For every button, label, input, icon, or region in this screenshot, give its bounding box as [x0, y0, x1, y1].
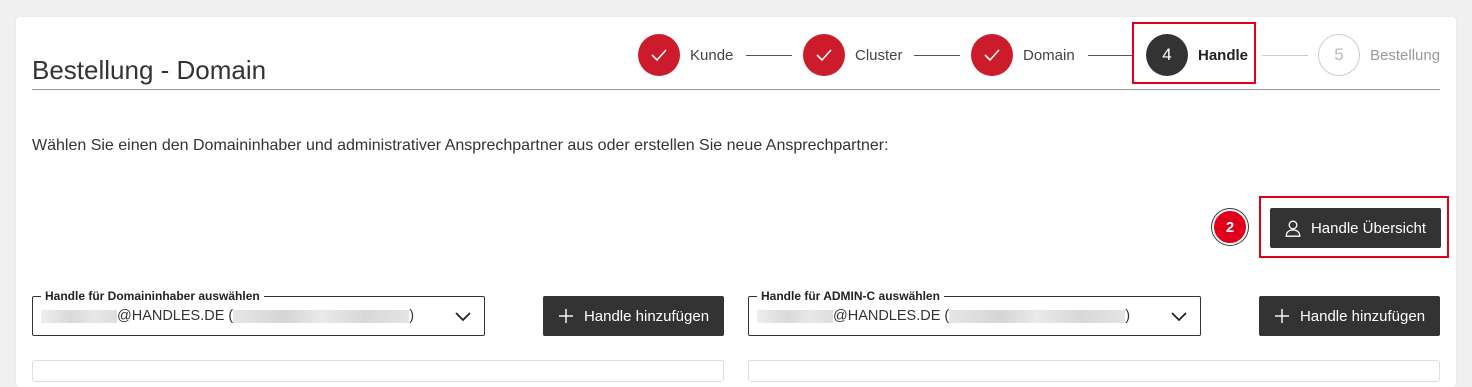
admin-select-legend: Handle für ADMIN-C auswählen — [757, 289, 944, 303]
step-label-bestellung: Bestellung — [1370, 47, 1441, 64]
admin-select-close: ) — [1125, 308, 1131, 324]
step-connector — [1262, 55, 1308, 56]
check-icon — [816, 49, 832, 62]
chevron-down-icon — [1171, 312, 1187, 322]
owner-handle-select[interactable]: Handle für Domaininhaber auswählen @HAND… — [32, 289, 485, 336]
owner-select-legend: Handle für Domaininhaber auswählen — [41, 289, 264, 303]
owner-select-close: ) — [409, 308, 415, 324]
check-icon — [984, 49, 1000, 62]
add-handle-label: Handle hinzufügen — [1299, 307, 1426, 325]
check-icon — [651, 49, 667, 62]
chevron-down-icon — [455, 312, 471, 322]
step-domain-check — [971, 34, 1013, 76]
redacted-text — [757, 309, 833, 323]
add-handle-label: Handle hinzufügen — [583, 307, 710, 325]
redacted-text — [949, 309, 1126, 323]
annotation-badge: 2 — [1212, 209, 1248, 245]
intro-text: Wählen Sie einen den Domaininhaber und a… — [32, 137, 889, 154]
add-admin-handle-button[interactable]: Handle hinzufügen — [1259, 296, 1440, 336]
step-highlight-frame — [1132, 22, 1256, 84]
step-connector — [746, 55, 792, 56]
handle-overview-button[interactable]: Handle Übersicht — [1270, 208, 1441, 248]
page-title: Bestellung - Domain — [32, 55, 267, 86]
step-connector — [914, 55, 960, 56]
owner-select-value: @HANDLES.DE ( ) — [41, 308, 414, 324]
redacted-text — [41, 309, 117, 323]
handle-overview-label: Handle Übersicht — [1310, 219, 1427, 237]
admin-details-panel — [748, 360, 1440, 382]
step-kunde-check — [638, 34, 680, 76]
step-label-cluster: Cluster — [855, 47, 903, 64]
step-label-domain: Domain — [1023, 47, 1075, 64]
step-bestellung-number: 5 — [1318, 34, 1360, 76]
plus-icon — [558, 309, 573, 323]
admin-c-handle-select[interactable]: Handle für ADMIN-C auswählen @HANDLES.DE… — [748, 289, 1201, 336]
step-cluster-check — [803, 34, 845, 76]
plus-icon — [1274, 309, 1289, 323]
title-divider — [32, 89, 1440, 90]
admin-select-value: @HANDLES.DE ( ) — [757, 308, 1130, 324]
step-connector — [1088, 55, 1134, 56]
admin-select-suffix: @HANDLES.DE ( — [833, 308, 950, 324]
add-owner-handle-button[interactable]: Handle hinzufügen — [543, 296, 724, 336]
redacted-text — [233, 309, 410, 323]
owner-select-suffix: @HANDLES.DE ( — [117, 308, 234, 324]
step-label-kunde: Kunde — [690, 47, 734, 64]
user-icon — [1285, 220, 1301, 237]
owner-details-panel — [32, 360, 724, 382]
